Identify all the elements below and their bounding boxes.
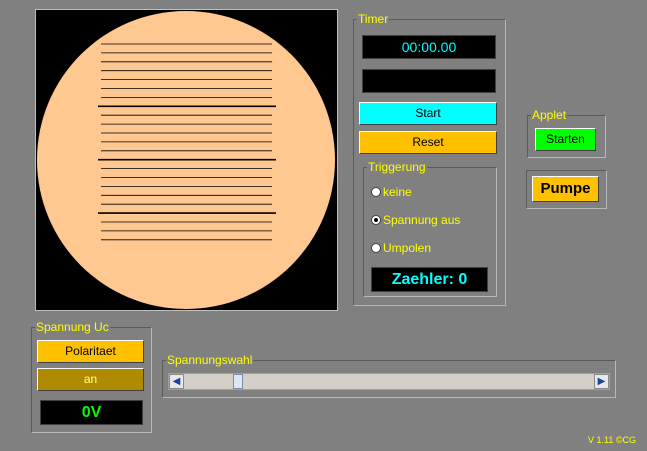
voltage-display: 0V	[40, 400, 143, 425]
counter-value: Zaehler: 0	[391, 271, 468, 288]
scroll-thumb[interactable]	[232, 374, 243, 389]
counter-display: Zaehler: 0	[371, 267, 488, 292]
scroll-right-button[interactable]: ▶	[594, 374, 609, 389]
radio-umpolen[interactable]: Umpolen	[371, 241, 431, 255]
applet-legend: Applet	[531, 108, 568, 122]
reset-button[interactable]: Reset	[359, 131, 497, 154]
radio-button-keine[interactable]	[371, 187, 381, 197]
on-button[interactable]: an	[37, 368, 144, 391]
voltage-scrollbar[interactable]: ◀ ▶	[168, 373, 610, 390]
voltage-select-legend: Spannungswahl	[166, 353, 254, 367]
radio-label-umpolen: Umpolen	[383, 241, 432, 255]
on-button-label: an	[83, 372, 98, 386]
chevron-left-icon: ◀	[172, 376, 181, 387]
triggering-legend: Triggerung	[367, 160, 427, 174]
time-display: 00:00.00	[362, 35, 496, 59]
radio-label-keine: keine	[383, 185, 412, 199]
applet-start-button[interactable]: Starten	[535, 128, 596, 151]
applet-start-label: Starten	[546, 132, 585, 146]
polarity-button[interactable]: Polaritaet	[37, 340, 144, 363]
pump-button-label: Pumpe	[540, 180, 591, 197]
radio-button-spannung-aus[interactable]	[371, 215, 381, 225]
chevron-right-icon: ▶	[597, 376, 606, 387]
radio-label-spannung-aus: Spannung aus	[383, 213, 461, 227]
version-text: V 1.11 ©CG	[588, 435, 636, 445]
scroll-left-button[interactable]: ◀	[169, 374, 184, 389]
voltage-legend: Spannung Uc	[35, 320, 110, 334]
start-button-label: Start	[415, 106, 441, 120]
blank-display	[362, 69, 496, 93]
voltage-value: 0V	[81, 404, 102, 421]
polarity-button-label: Polaritaet	[65, 344, 116, 358]
radio-button-umpolen[interactable]	[371, 243, 381, 253]
version-label: V 1.11 ©CG	[588, 435, 636, 445]
capacitor-disk-drawing	[37, 11, 335, 309]
simulation-canvas	[35, 9, 338, 311]
timer-legend: Timer	[357, 12, 390, 26]
radio-spannung-aus[interactable]: Spannung aus	[371, 213, 460, 227]
pump-button[interactable]: Pumpe	[532, 176, 599, 202]
reset-button-label: Reset	[412, 135, 444, 149]
time-value: 00:00.00	[401, 39, 457, 55]
start-button[interactable]: Start	[359, 102, 497, 125]
radio-keine[interactable]: keine	[371, 185, 412, 199]
